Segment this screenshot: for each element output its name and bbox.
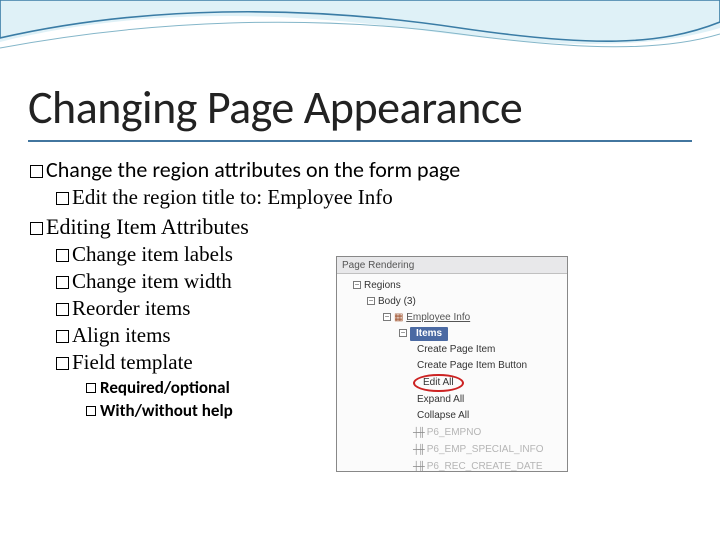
bullet-text: Field template bbox=[72, 350, 193, 374]
bullet-text: Change item width bbox=[72, 269, 232, 293]
menu-expand-all[interactable]: Expand All bbox=[343, 392, 561, 408]
wave-decoration bbox=[0, 0, 720, 78]
menu-create-item[interactable]: Create Page Item bbox=[343, 342, 561, 358]
field-item[interactable]: ┼╫P6_REC_CREATE_DATE bbox=[343, 458, 561, 472]
tree-label: Body (3) bbox=[378, 296, 416, 307]
tree-node-employee-info[interactable]: −▦ Employee Info bbox=[343, 310, 561, 326]
tree-link[interactable]: Employee Info bbox=[406, 312, 470, 323]
menu-create-button[interactable]: Create Page Item Button bbox=[343, 358, 561, 374]
bullet-icon bbox=[56, 303, 69, 316]
menu-edit-all[interactable]: Edit All bbox=[343, 374, 561, 392]
collapse-icon[interactable]: − bbox=[353, 281, 361, 289]
bullet-icon bbox=[30, 222, 43, 235]
field-icon: ┼╫ bbox=[413, 441, 424, 457]
bullet-icon bbox=[56, 330, 69, 343]
tree-label: Regions bbox=[364, 280, 401, 291]
embedded-screenshot: Page Rendering −Regions −Body (3) −▦ Emp… bbox=[336, 256, 568, 472]
bullet-text: Editing Item Attributes bbox=[46, 214, 249, 239]
collapse-icon[interactable]: − bbox=[383, 313, 391, 321]
title-underline bbox=[28, 140, 692, 142]
bullet-icon bbox=[56, 357, 69, 370]
slide: Changing Page Appearance Change the regi… bbox=[0, 0, 720, 540]
bullet-icon bbox=[56, 192, 69, 205]
menu-collapse-all[interactable]: Collapse All bbox=[343, 408, 561, 424]
panel-header: Page Rendering bbox=[337, 257, 567, 274]
bullet-icon bbox=[56, 276, 69, 289]
bullet-text: Change item labels bbox=[72, 242, 233, 266]
bullet-text: Required/optional bbox=[100, 377, 230, 398]
bullet-text: Align items bbox=[72, 323, 171, 347]
collapse-icon[interactable]: − bbox=[367, 297, 375, 305]
field-icon: ┼╫ bbox=[413, 424, 424, 440]
collapse-icon[interactable]: − bbox=[399, 329, 407, 337]
slide-title: Changing Page Appearance bbox=[28, 80, 522, 136]
field-item[interactable]: ┼╫P6_EMP_SPECIAL_INFO bbox=[343, 441, 561, 458]
field-icon: ┼╫ bbox=[413, 458, 424, 472]
bullet-text: Reorder items bbox=[72, 296, 190, 320]
field-item[interactable]: ┼╫P6_EMPNO bbox=[343, 424, 561, 441]
highlight-circle: Edit All bbox=[413, 374, 464, 392]
tree-node-body[interactable]: −Body (3) bbox=[343, 294, 561, 310]
bullet-icon bbox=[86, 406, 96, 416]
items-badge: Items bbox=[410, 327, 448, 341]
bullet-icon bbox=[30, 165, 43, 178]
bullet-text: With/without help bbox=[100, 400, 233, 421]
bullet-text: Change the region attributes on the form… bbox=[46, 156, 460, 183]
tree: −Regions −Body (3) −▦ Employee Info −Ite… bbox=[337, 274, 567, 472]
bullet-icon bbox=[86, 383, 96, 393]
bullet-l1: Change the region attributes on the form… bbox=[30, 156, 690, 183]
bullet-l1: Editing Item Attributes bbox=[30, 214, 690, 240]
bullet-l2: Edit the region title to: Employee Info bbox=[56, 185, 690, 210]
tree-node-items[interactable]: −Items bbox=[343, 326, 561, 342]
tree-node-regions[interactable]: −Regions bbox=[343, 278, 561, 294]
bullet-text: Edit the region title to: Employee Info bbox=[72, 185, 393, 209]
bullet-icon bbox=[56, 249, 69, 262]
